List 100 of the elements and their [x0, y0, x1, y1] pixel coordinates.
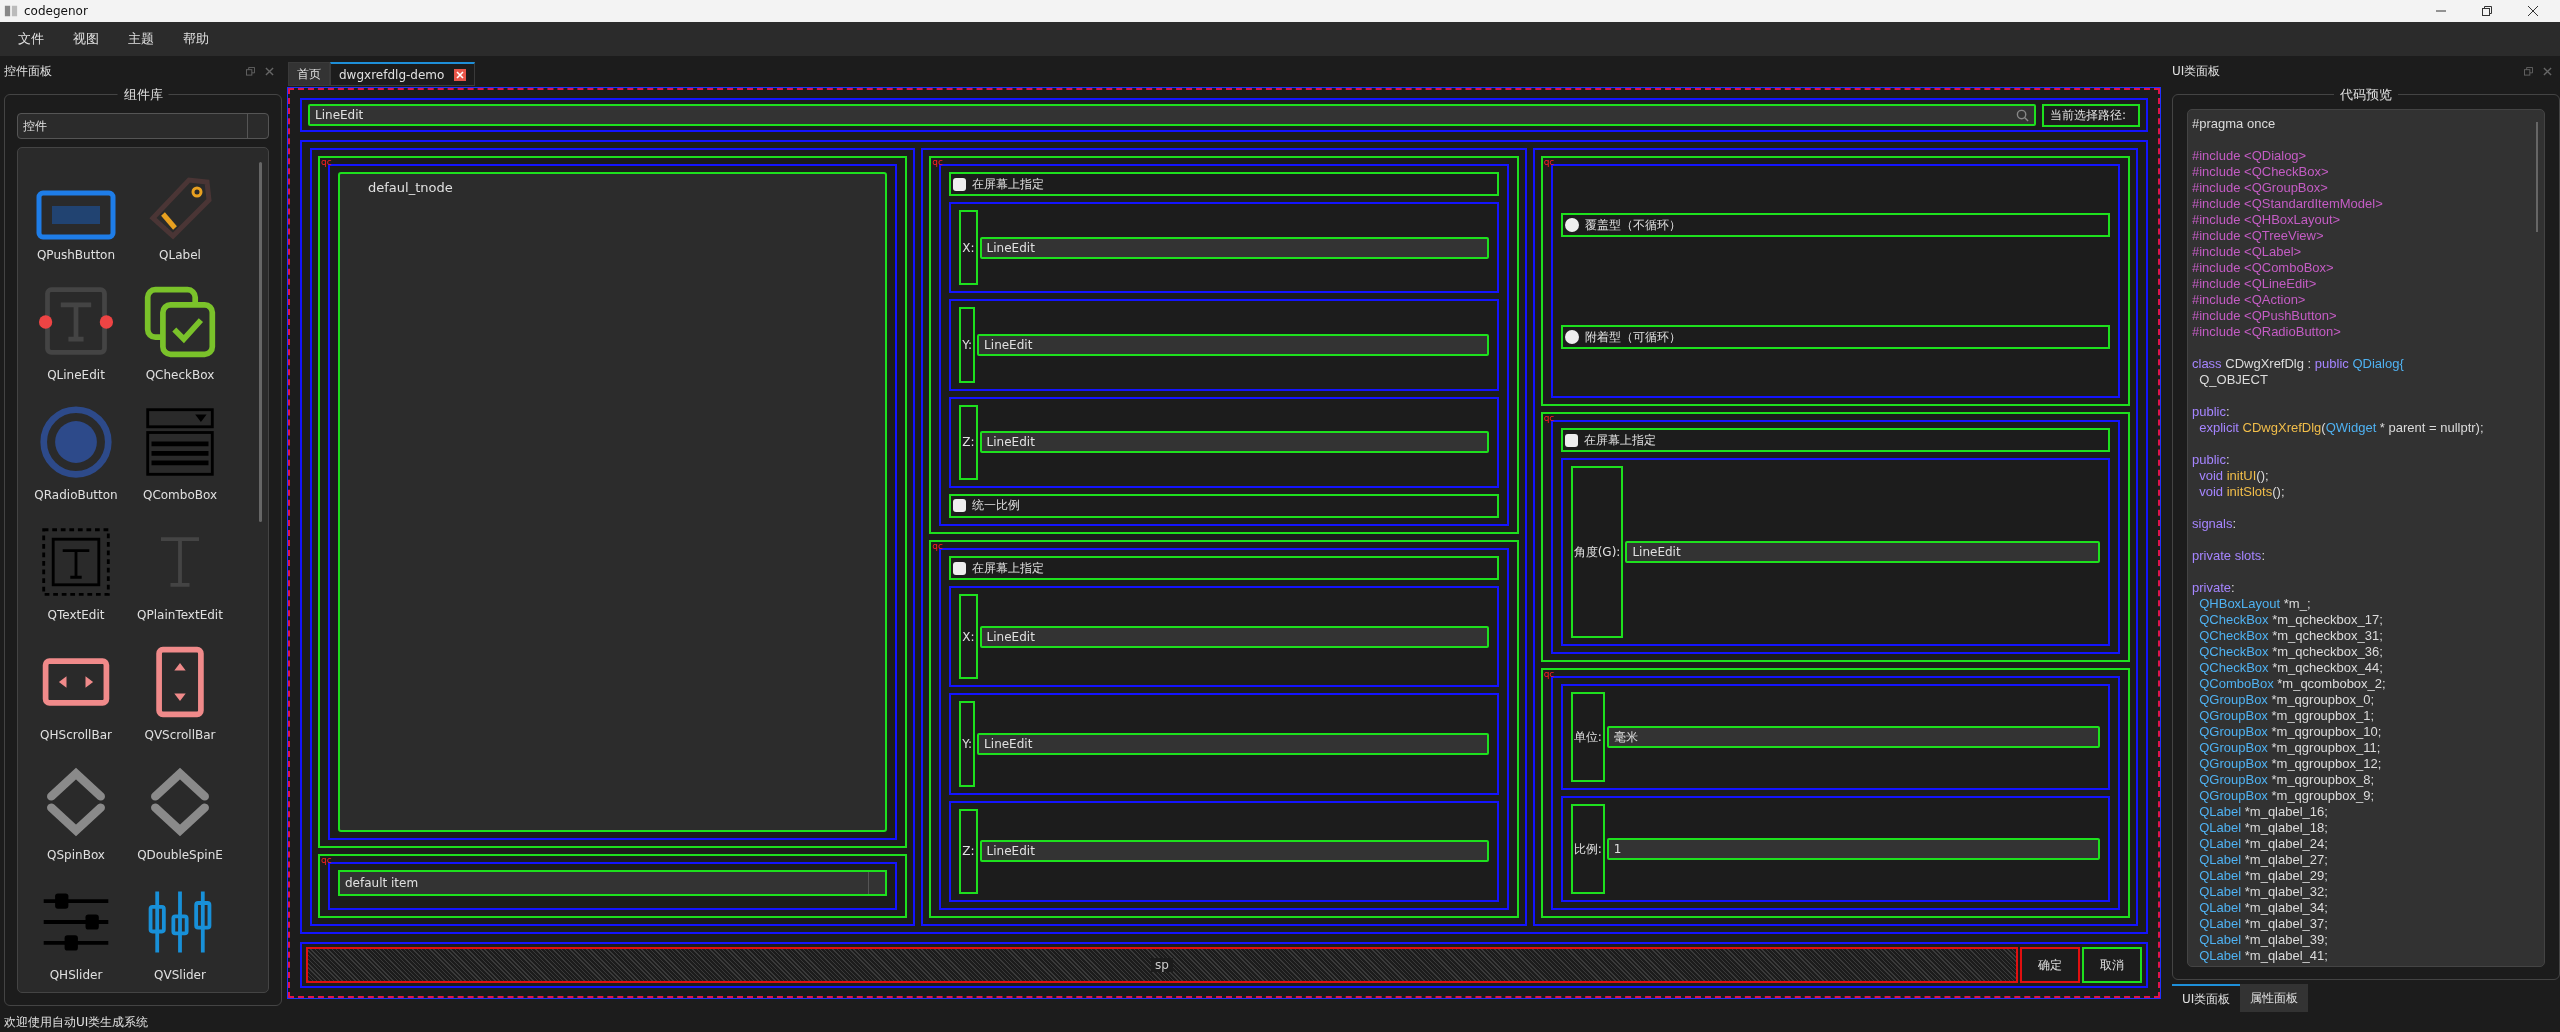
- input-field[interactable]: LineEdit: [1625, 541, 2100, 563]
- float-icon[interactable]: [2524, 66, 2533, 76]
- checkbox[interactable]: 在屏幕上指定: [1560, 428, 2110, 452]
- input-field[interactable]: 1: [1606, 838, 2100, 860]
- input-field[interactable]: 毫米: [1606, 726, 2100, 748]
- radio-button[interactable]: 覆盖型（不循环）: [1560, 213, 2110, 237]
- code-line: public:: [2192, 451, 2231, 468]
- scrollbar[interactable]: [2536, 122, 2538, 232]
- group-tag: qc: [1543, 414, 1555, 423]
- input-field[interactable]: LineEdit: [977, 334, 1489, 356]
- dialog-button[interactable]: 取消: [2082, 947, 2142, 983]
- widget-label: QTextEdit: [47, 608, 105, 622]
- search-icon[interactable]: [2015, 108, 2029, 122]
- code-line: QLabel *m_qlabel_24;: [2198, 836, 2329, 852]
- code-line: QLabel *m_qlabel_32;: [2198, 884, 2329, 900]
- code-line: QLabel *m_qlabel_41;: [2198, 948, 2329, 964]
- code-line: #include <QHBoxLayout>: [2192, 212, 2342, 228]
- widget-item[interactable]: QDoubleSpinE: [128, 756, 232, 876]
- widget-label: QSpinBox: [47, 848, 105, 862]
- menu-item[interactable]: 视图: [65, 30, 120, 48]
- checkbox[interactable]: 统一比例: [949, 494, 1499, 518]
- dialog-button[interactable]: 确定: [2020, 947, 2080, 983]
- panel-title: 控件面板: [4, 62, 52, 80]
- widget-label: QPlainTextEdit: [137, 608, 223, 622]
- app-icon: [4, 4, 18, 18]
- input-field[interactable]: LineEdit: [979, 625, 1489, 648]
- code-line: QLabel *m_qlabel_18;: [2198, 820, 2329, 836]
- checkbox-icon: [142, 284, 218, 360]
- code-line: #include <QLabel>: [2192, 244, 2303, 260]
- menu-item[interactable]: 文件: [10, 30, 65, 48]
- button-icon: [36, 190, 116, 240]
- code-line: QGroupBox *m_qgroupbox_12;: [2198, 756, 2383, 772]
- field-label: X:: [959, 210, 978, 286]
- code-line: #include <QTreeView>: [2192, 228, 2325, 244]
- widget-item[interactable]: QLineEdit: [24, 276, 128, 396]
- widget-item[interactable]: QComboBox: [128, 396, 232, 516]
- widget-label: QVSlider: [154, 968, 206, 982]
- restore-icon[interactable]: [2482, 6, 2492, 16]
- widget-item[interactable]: QTextEdit: [24, 516, 128, 636]
- float-icon[interactable]: [246, 66, 255, 76]
- tab[interactable]: 首页: [288, 62, 330, 86]
- code-line: QHBoxLayout *m_;: [2198, 596, 2312, 612]
- path-input-field[interactable]: LineEdit: [308, 104, 2036, 126]
- tab[interactable]: dwgxrefdlg-demo: [330, 62, 476, 86]
- code-line: class CDwgXrefDlg : public QDialog{: [2192, 355, 2405, 372]
- field-label: Y:: [959, 701, 976, 787]
- code-line: #include <QGroupBox>: [2192, 180, 2329, 196]
- code-line: #include <QLineEdit>: [2192, 276, 2318, 292]
- tree-node[interactable]: defaul_tnode: [368, 180, 453, 195]
- widget-item[interactable]: QRadioButton: [24, 396, 128, 516]
- widget-item[interactable]: QVSlider: [128, 876, 232, 992]
- code-line: #include <QAction>: [2192, 292, 2307, 308]
- code-line: QGroupBox *m_qgroupbox_1;: [2198, 708, 2376, 724]
- code-line: #include <QRadioButton>: [2192, 324, 2342, 340]
- window-title: codegenor: [24, 4, 88, 18]
- code-line: QGroupBox *m_qgroupbox_8;: [2198, 772, 2376, 788]
- checkbox[interactable]: 在屏幕上指定: [949, 556, 1499, 580]
- radio-button[interactable]: 附着型（可循环）: [1560, 325, 2110, 349]
- code-line: explicit CDwgXrefDlg(QWidget * parent = nullptr);: [2198, 420, 2485, 436]
- widget-item[interactable]: QVScrollBar: [128, 636, 232, 756]
- code-line: private slots:: [2192, 547, 2266, 564]
- widget-item[interactable]: QHScrollBar: [24, 636, 128, 756]
- widget-label: QHScrollBar: [40, 728, 112, 742]
- close-icon[interactable]: [454, 68, 467, 81]
- code-line: #include <QCheckBox>: [2192, 164, 2330, 180]
- widget-item[interactable]: QPlainTextEdit: [128, 516, 232, 636]
- tab[interactable]: 属性面板: [2240, 984, 2309, 1012]
- widget-label: QLabel: [159, 248, 201, 262]
- code-line: #include <QPushButton>: [2192, 308, 2338, 324]
- code-line: QLabel *m_qlabel_27;: [2198, 852, 2329, 868]
- scrollbar[interactable]: [259, 162, 262, 522]
- code-line: void initSlots();: [2198, 484, 2286, 500]
- category-dropdown[interactable]: 控件: [17, 113, 269, 139]
- widget-item[interactable]: QPushButton: [24, 156, 128, 276]
- code-line: QCheckBox *m_qcheckbox_44;: [2198, 660, 2384, 676]
- code-line: signals:: [2192, 515, 2238, 532]
- widget-item[interactable]: QLabel: [128, 156, 232, 276]
- path-label: 当前选择路径:: [2041, 103, 2140, 127]
- spacer-label: sp: [1151, 958, 1173, 972]
- field-label: Z:: [959, 404, 978, 480]
- code-line: #include <QStandardItemModel>: [2192, 196, 2384, 212]
- checkbox[interactable]: 在屏幕上指定: [949, 172, 1499, 196]
- input-field[interactable]: LineEdit: [979, 236, 1489, 259]
- menu-item[interactable]: 帮助: [175, 30, 230, 48]
- code-line: QGroupBox *m_qgroupbox_10;: [2198, 724, 2383, 740]
- input-field[interactable]: LineEdit: [979, 840, 1489, 863]
- widget-item[interactable]: QSpinBox: [24, 756, 128, 876]
- input-field[interactable]: LineEdit: [979, 431, 1489, 454]
- widget-label: QComboBox: [142, 488, 218, 502]
- panel-title: UI类面板: [2172, 62, 2221, 80]
- dropdown[interactable]: default item: [338, 870, 888, 896]
- field-label: Y:: [959, 307, 976, 383]
- menu-item[interactable]: 主题: [120, 30, 175, 48]
- widget-label: QRadioButton: [34, 488, 118, 502]
- input-field[interactable]: LineEdit: [977, 733, 1489, 755]
- close-icon[interactable]: [2528, 6, 2538, 16]
- group-tag: qc: [932, 158, 943, 167]
- widget-item[interactable]: QCheckBox: [128, 276, 232, 396]
- widget-item[interactable]: QHSlider: [24, 876, 128, 992]
- code-line: QCheckBox *m_qcheckbox_36;: [2198, 644, 2384, 660]
